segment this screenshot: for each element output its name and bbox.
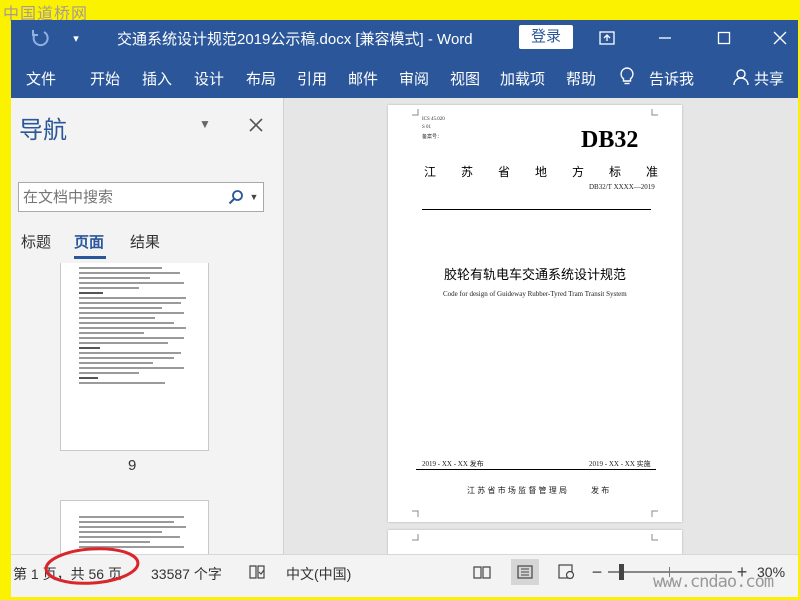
tab-view[interactable]: 视图 — [450, 68, 480, 89]
record-line: 备案号： — [422, 134, 443, 140]
annotation-ellipse — [44, 547, 140, 585]
next-document-page — [388, 530, 682, 554]
tab-references[interactable]: 引用 — [297, 68, 327, 89]
header-rule — [422, 209, 651, 210]
nav-tab-headings[interactable]: 标题 — [21, 231, 51, 252]
tab-mailings[interactable]: 邮件 — [348, 68, 378, 89]
std-number: DB32/T XXXX—2019 — [589, 183, 655, 191]
page-thumbnail-list: 9 — [11, 263, 283, 554]
tab-insert[interactable]: 插入 — [142, 68, 172, 89]
document-page: ICS 45.020 S 01 备案号： DB32 江 苏 省 地 方 标 准 … — [388, 105, 682, 522]
region-char: 江 — [424, 165, 437, 179]
margin-corner-marks — [412, 534, 658, 541]
tab-design[interactable]: 设计 — [194, 68, 224, 89]
title-english: Code for design of Guideway Rubber-Tyred… — [443, 290, 627, 298]
watermark-bottom: www.cndao.com — [653, 572, 774, 592]
maximize-icon[interactable] — [712, 28, 736, 48]
issue-word: 发 布 — [591, 486, 610, 495]
document-area: ICS 45.020 S 01 备案号： DB32 江 苏 省 地 方 标 准 … — [284, 98, 798, 554]
std-code: DB32 — [581, 127, 639, 153]
proofing-icon[interactable] — [247, 562, 267, 582]
search-icon[interactable] — [227, 187, 245, 207]
tab-review[interactable]: 审阅 — [399, 68, 429, 89]
tab-layout[interactable]: 布局 — [246, 68, 276, 89]
undo-icon[interactable] — [29, 26, 51, 48]
person-icon[interactable] — [731, 66, 751, 88]
search-input[interactable] — [21, 186, 215, 208]
web-layout-icon[interactable] — [556, 562, 578, 582]
region-char: 标 — [609, 165, 622, 179]
region-char: 准 — [646, 165, 659, 179]
lightbulb-icon[interactable] — [618, 66, 636, 88]
tab-help[interactable]: 帮助 — [566, 68, 596, 89]
search-options-chevron-icon[interactable]: ▼ — [249, 189, 259, 205]
region-char: 地 — [535, 165, 548, 179]
login-button[interactable]: 登录 — [519, 25, 573, 49]
nav-tab-pages[interactable]: 页面 — [74, 231, 104, 252]
minimize-icon[interactable] — [653, 28, 677, 48]
ccs-line: S 01 — [422, 125, 432, 130]
window-title: 交通系统设计规范2019公示稿.docx [兼容模式] - Word — [117, 31, 473, 48]
share-button[interactable]: 共享 — [754, 68, 784, 89]
close-icon[interactable] — [768, 28, 792, 48]
publish-date: 2019 - XX - XX 发布 — [422, 460, 484, 468]
title-chinese: 胶轮有轨电车交通系统设计规范 — [444, 267, 627, 282]
implement-date: 2019 - XX - XX 实施 — [589, 460, 651, 468]
nav-tab-pages-underline — [74, 256, 106, 259]
read-mode-icon[interactable] — [471, 562, 493, 582]
region-char: 苏 — [461, 165, 474, 179]
nav-options-chevron-icon[interactable]: ▼ — [197, 116, 213, 132]
navigation-pane: 导航 ▼ ▼ 标题 页面 结果 — [11, 98, 284, 554]
title-bar: ▾ 交通系统设计规范2019公示稿.docx [兼容模式] - Word 登录 — [11, 20, 798, 56]
nav-search-box[interactable]: ▼ — [18, 182, 264, 212]
word-count[interactable]: 33587 个字 — [151, 564, 222, 584]
ribbon-tabs: 文件 开始 插入 设计 布局 引用 邮件 审阅 视图 加载项 帮助 告诉我 共享 — [11, 56, 798, 98]
page-thumbnail[interactable] — [60, 263, 209, 451]
ics-line: ICS 45.020 — [422, 117, 445, 122]
region-char: 方 — [572, 165, 585, 179]
tab-home[interactable]: 开始 — [90, 68, 120, 89]
word-window: ▾ 交通系统设计规范2019公示稿.docx [兼容模式] - Word 登录 … — [11, 20, 798, 597]
footer-rule — [416, 469, 656, 470]
tab-file[interactable]: 文件 — [26, 68, 56, 89]
thumbnail-page-number: 9 — [128, 457, 137, 474]
region-char: 省 — [498, 165, 511, 179]
zoom-out-icon[interactable]: − — [589, 562, 605, 582]
language[interactable]: 中文(中国) — [286, 564, 351, 584]
quick-access-dropdown-icon[interactable]: ▾ — [67, 28, 85, 48]
tab-addins[interactable]: 加载项 — [500, 68, 545, 89]
nav-title: 导航 — [19, 117, 67, 144]
zoom-slider-thumb[interactable] — [619, 564, 624, 580]
nav-close-icon[interactable] — [247, 116, 265, 134]
nav-tab-results[interactable]: 结果 — [130, 231, 160, 252]
ribbon-display-options-icon[interactable] — [595, 28, 619, 48]
tell-me-box[interactable]: 告诉我 — [649, 68, 694, 89]
issuer: 江 苏 省 市 场 监 督 管 理 局 — [467, 486, 568, 495]
print-layout-icon[interactable] — [511, 559, 539, 585]
